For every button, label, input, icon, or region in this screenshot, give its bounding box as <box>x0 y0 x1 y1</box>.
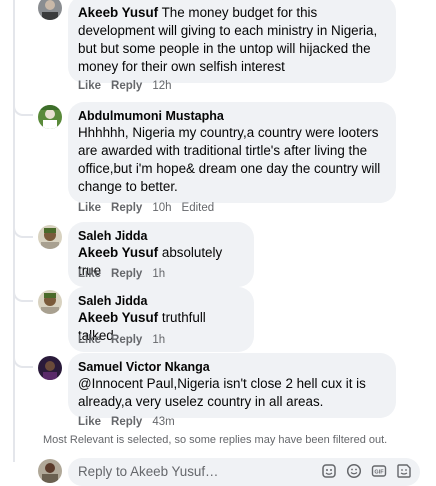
comment-actions: Like Reply 43m <box>78 414 175 430</box>
comment-actions: Like Reply 12h <box>78 78 172 94</box>
like-link[interactable]: Like <box>78 416 101 428</box>
reply-link[interactable]: Reply <box>111 202 142 214</box>
avatar[interactable] <box>38 290 62 314</box>
comment-actions: Like Reply 1h <box>78 266 165 282</box>
avatar[interactable] <box>38 0 62 20</box>
like-link[interactable]: Like <box>78 268 101 280</box>
comment-author[interactable]: Abdulmumoni Mustapha <box>78 108 384 124</box>
comment-bubble: Samuel Victor Nkanga @Innocent Paul,Nige… <box>68 353 396 418</box>
comment-author[interactable]: Akeeb Yusuf <box>78 5 158 20</box>
reply-composer: Reply to Akeeb Yusuf… GIF <box>0 458 436 486</box>
like-link[interactable]: Like <box>78 80 101 92</box>
comment-text: @Innocent Paul,Nigeria isn't close 2 hel… <box>78 376 366 409</box>
timestamp[interactable]: 1h <box>152 334 165 346</box>
gif-icon[interactable]: GIF <box>371 463 387 479</box>
reply-placeholder: Reply to Akeeb Yusuf… <box>78 464 219 479</box>
timestamp[interactable]: 1h <box>152 268 165 280</box>
thread-connector <box>13 226 33 238</box>
timestamp[interactable]: 43m <box>152 416 174 428</box>
timestamp[interactable]: 10h <box>152 202 171 214</box>
filter-note: Most Relevant is selected, so some repli… <box>43 434 388 446</box>
edited-label[interactable]: Edited <box>182 202 215 214</box>
emoji-icon[interactable] <box>346 463 362 479</box>
thread-connector <box>13 290 33 302</box>
comment-author[interactable]: Saleh Jidda <box>78 293 242 309</box>
timestamp[interactable]: 12h <box>152 80 171 92</box>
reply-link[interactable]: Reply <box>111 268 142 280</box>
thread-connector <box>13 356 33 368</box>
comment-author[interactable]: Saleh Jidda <box>78 228 242 244</box>
avatar[interactable] <box>38 356 62 380</box>
reply-link[interactable]: Reply <box>111 334 142 346</box>
thread-connector <box>13 104 33 116</box>
comment-actions: Like Reply 10h Edited <box>78 200 214 216</box>
comment-actions: Like Reply 1h <box>78 332 165 348</box>
comment-bubble: Abdulmumoni Mustapha Hhhhhh, Nigeria my … <box>68 102 396 203</box>
mention-link[interactable]: Akeeb Yusuf <box>78 245 158 260</box>
sticker-icon[interactable] <box>321 463 337 479</box>
avatar[interactable] <box>38 225 62 249</box>
avatar[interactable] <box>38 105 62 129</box>
sticker-alt-icon[interactable] <box>396 463 412 479</box>
like-link[interactable]: Like <box>78 202 101 214</box>
comment-bubble: Akeeb Yusuf The money budget for this de… <box>68 0 396 83</box>
reply-link[interactable]: Reply <box>111 80 142 92</box>
reply-link[interactable]: Reply <box>111 416 142 428</box>
mention-link[interactable]: Akeeb Yusuf <box>78 310 158 325</box>
current-user-avatar[interactable] <box>38 459 62 483</box>
reply-toolbar: GIF <box>321 463 412 479</box>
svg-text:GIF: GIF <box>374 470 384 476</box>
comment-author[interactable]: Samuel Victor Nkanga <box>78 359 384 375</box>
reply-input[interactable]: Reply to Akeeb Yusuf… GIF <box>68 458 420 486</box>
like-link[interactable]: Like <box>78 334 101 346</box>
comment-text: Hhhhhh, Nigeria my country,a country wer… <box>78 125 381 194</box>
